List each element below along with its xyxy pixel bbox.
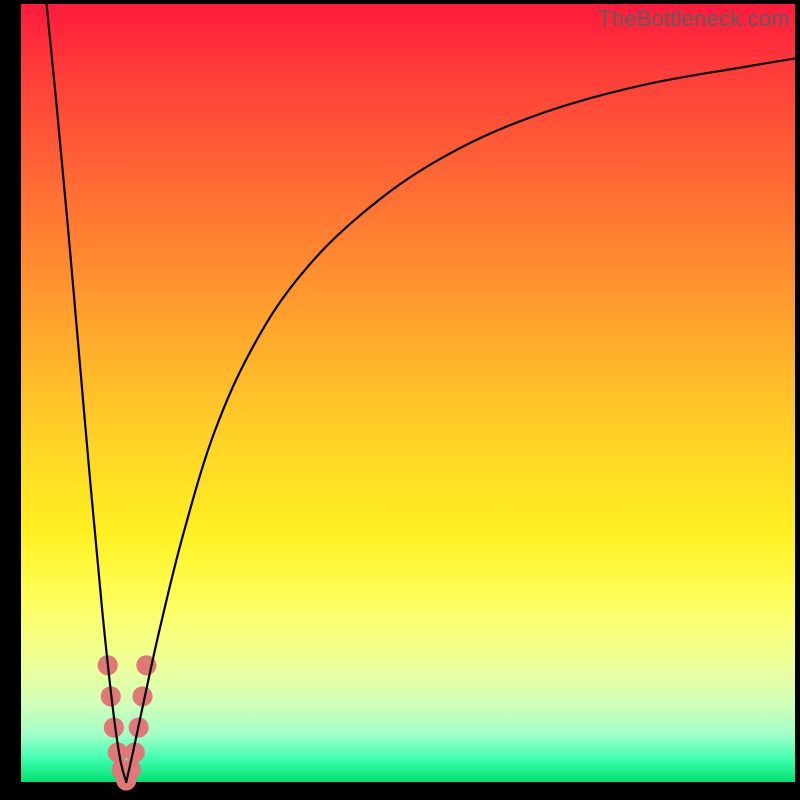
- bottleneck-curve-right: [126, 58, 795, 782]
- chart-svg: [21, 4, 795, 782]
- watermark-text: TheBottleneck.com: [598, 6, 790, 32]
- chart-frame: TheBottleneck.com: [0, 0, 800, 800]
- ok-band-markers: [98, 655, 157, 790]
